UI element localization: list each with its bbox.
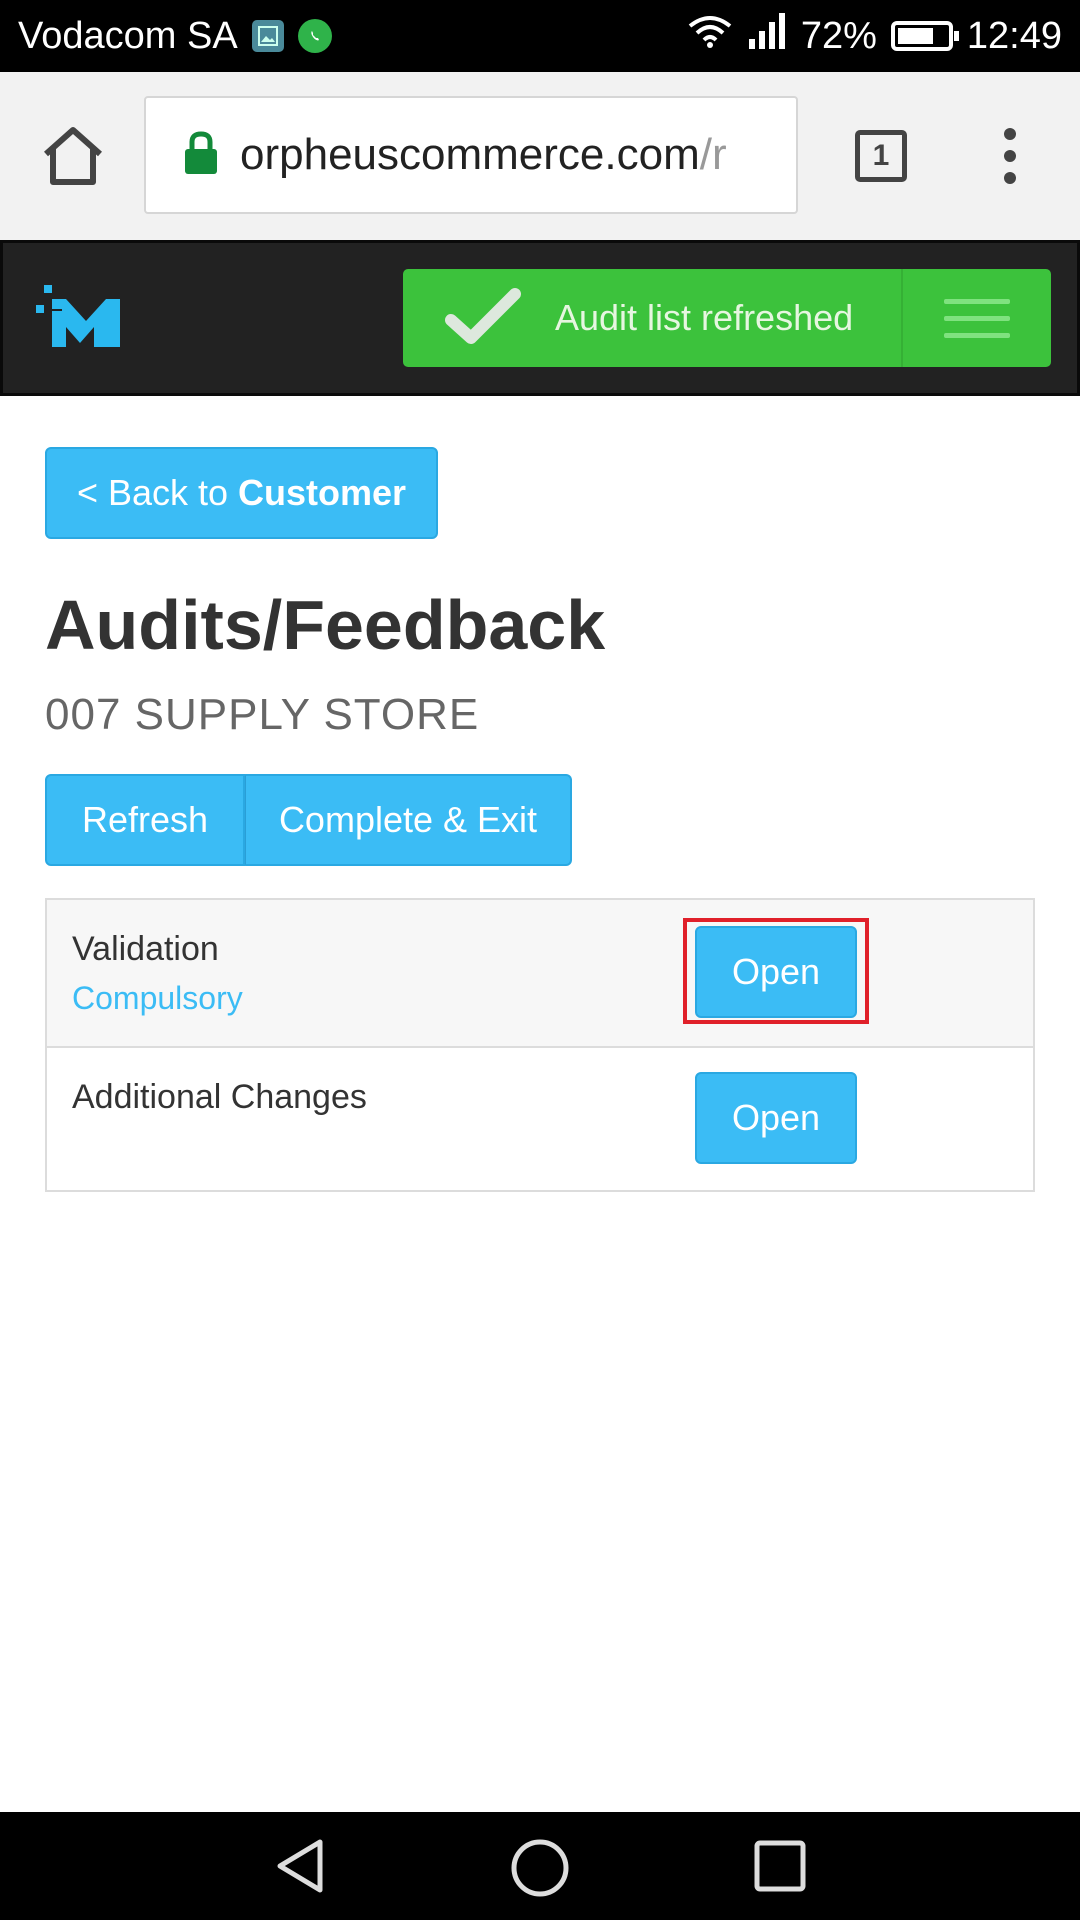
- check-icon: [445, 287, 521, 349]
- audit-name: Validation: [72, 930, 219, 968]
- table-row: Validation Compulsory Open: [47, 900, 1033, 1046]
- battery-level: [897, 28, 933, 44]
- app-logo[interactable]: [36, 285, 126, 353]
- whatsapp-notification-icon: [297, 19, 332, 53]
- battery-percent: 72%: [800, 14, 877, 57]
- recents-square-icon[interactable]: [752, 1838, 808, 1899]
- app-header: Audit list refreshed: [0, 240, 1080, 396]
- more-vert-icon[interactable]: [998, 126, 1022, 186]
- toast-notification: Audit list refreshed: [403, 269, 1051, 367]
- toast-message: Audit list refreshed: [555, 297, 854, 338]
- url-domain: orpheuscommerce.com: [240, 130, 700, 179]
- store-name: 007 SUPPLY STORE: [45, 690, 480, 739]
- audit-name: Additional Changes: [72, 1078, 367, 1116]
- hamburger-menu-icon[interactable]: [901, 269, 1051, 367]
- back-triangle-icon[interactable]: [272, 1838, 328, 1899]
- wifi-icon: [687, 14, 733, 58]
- home-circle-icon[interactable]: [510, 1838, 570, 1903]
- back-button-prefix: < Back to: [76, 472, 229, 513]
- refresh-button[interactable]: Refresh: [45, 774, 245, 866]
- table-row: Additional Changes Open: [47, 1046, 1033, 1190]
- browser-toolbar: orpheuscommerce.com/r 1: [0, 72, 1080, 241]
- open-additional-changes-button[interactable]: Open: [695, 1072, 857, 1164]
- tabs-icon[interactable]: 1: [855, 130, 907, 182]
- gallery-notification-icon: [251, 20, 284, 52]
- page-title: Audits/Feedback: [45, 586, 606, 664]
- url-path: /r: [699, 130, 727, 179]
- android-nav-bar: [0, 1812, 1080, 1920]
- audit-tag: Compulsory: [72, 980, 243, 1016]
- action-button-group: Refresh Complete & Exit: [45, 774, 572, 866]
- address-bar[interactable]: orpheuscommerce.com/r: [144, 96, 798, 214]
- home-icon[interactable]: [38, 124, 108, 188]
- tab-count: 1: [872, 139, 890, 172]
- lock-icon: [184, 130, 218, 180]
- back-to-customer-button[interactable]: < Back to Customer: [45, 447, 438, 539]
- signal-icon: [747, 13, 787, 59]
- clock: 12:49: [966, 14, 1062, 57]
- status-bar: Vodacom SA 72% 12:49: [0, 0, 1080, 72]
- complete-exit-button[interactable]: Complete & Exit: [245, 774, 572, 866]
- back-button-target: Customer: [238, 472, 407, 513]
- battery-icon: [890, 21, 959, 51]
- open-validation-button[interactable]: Open: [695, 926, 857, 1018]
- url-text: orpheuscommerce.com/r: [240, 130, 727, 180]
- carrier-name: Vodacom SA: [18, 14, 238, 57]
- audit-table: Validation Compulsory Open Additional Ch…: [45, 898, 1035, 1192]
